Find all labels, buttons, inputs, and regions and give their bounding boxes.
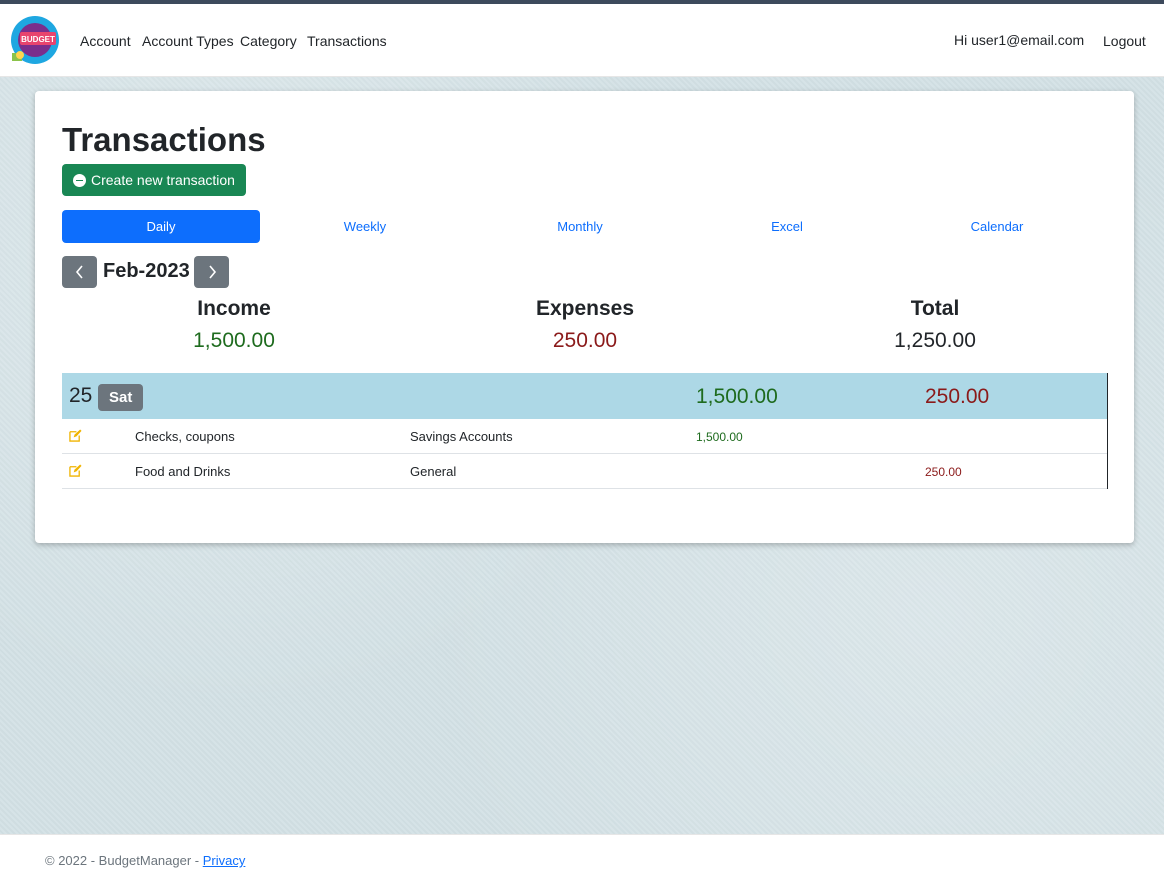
nav-link-account[interactable]: Account (80, 33, 131, 49)
expenses-value: 250.00 (552, 329, 618, 352)
next-month-button[interactable] (194, 256, 229, 288)
current-month-label: Feb-2023 (103, 260, 190, 282)
income-label: Income (197, 297, 271, 320)
transaction-category: Food and Drinks (135, 464, 231, 479)
tab-daily[interactable]: Daily (62, 210, 260, 243)
edit-icon[interactable] (69, 464, 82, 477)
chevron-right-icon (208, 265, 216, 279)
transaction-expense: 250.00 (925, 465, 962, 479)
logout-link[interactable]: Logout (1103, 33, 1146, 49)
expenses-label: Expenses (535, 297, 635, 320)
day-number: 25 (69, 384, 93, 407)
add-icon (73, 173, 86, 187)
table-row: Food and Drinks General 250.00 (62, 454, 1107, 489)
view-tabs: Daily Weekly Monthly Excel Calendar (62, 210, 1107, 243)
day-header-row: 25 Sat 1,500.00 250.00 (62, 373, 1107, 419)
transaction-account: Savings Accounts (410, 429, 513, 444)
nav-link-transactions[interactable]: Transactions (307, 33, 387, 49)
day-expense-total: 250.00 (925, 385, 990, 408)
tab-calendar[interactable]: Calendar (892, 210, 1102, 243)
create-transaction-button[interactable]: Create new transaction (62, 164, 246, 196)
transaction-income: 1,500.00 (696, 430, 743, 444)
transaction-category: Checks, coupons (135, 429, 235, 444)
transactions-table: 25 Sat 1,500.00 250.00 Checks, coupons S… (62, 373, 1108, 489)
income-summary: Income 1,500.00 (104, 297, 364, 353)
copyright-text: © 2022 - BudgetManager - (45, 853, 203, 868)
weekday-badge: Sat (98, 384, 144, 411)
income-value: 1,500.00 (193, 329, 275, 352)
nav-link-category[interactable]: Category (240, 33, 297, 49)
chevron-left-icon (75, 265, 83, 279)
logo-text: BUDGET (21, 35, 55, 44)
privacy-link[interactable]: Privacy (203, 853, 246, 868)
navbar: BUDGET Account Account Types Category Tr… (0, 4, 1164, 77)
nav-link-account-types[interactable]: Account Types (142, 33, 234, 49)
footer-text: © 2022 - BudgetManager - Privacy (45, 853, 245, 868)
tab-monthly[interactable]: Monthly (475, 210, 685, 243)
tab-excel[interactable]: Excel (687, 210, 887, 243)
create-transaction-label: Create new transaction (91, 172, 235, 188)
total-label: Total (910, 297, 960, 320)
total-summary: Total 1,250.00 (805, 297, 1065, 353)
page-title: Transactions (62, 121, 266, 158)
user-greeting[interactable]: Hi user1@email.com (954, 32, 1084, 48)
total-value: 1,250.00 (894, 329, 976, 352)
transaction-account: General (410, 464, 457, 479)
expenses-summary: Expenses 250.00 (455, 297, 715, 353)
budget-logo[interactable]: BUDGET (10, 15, 60, 65)
previous-month-button[interactable] (62, 256, 97, 288)
edit-icon[interactable] (69, 429, 82, 442)
tab-weekly[interactable]: Weekly (265, 210, 465, 243)
footer: © 2022 - BudgetManager - Privacy (0, 834, 1164, 881)
transactions-card: Transactions Create new transaction Dail… (35, 91, 1134, 543)
table-row: Checks, coupons Savings Accounts 1,500.0… (62, 419, 1107, 454)
day-income-total: 1,500.00 (696, 385, 778, 408)
